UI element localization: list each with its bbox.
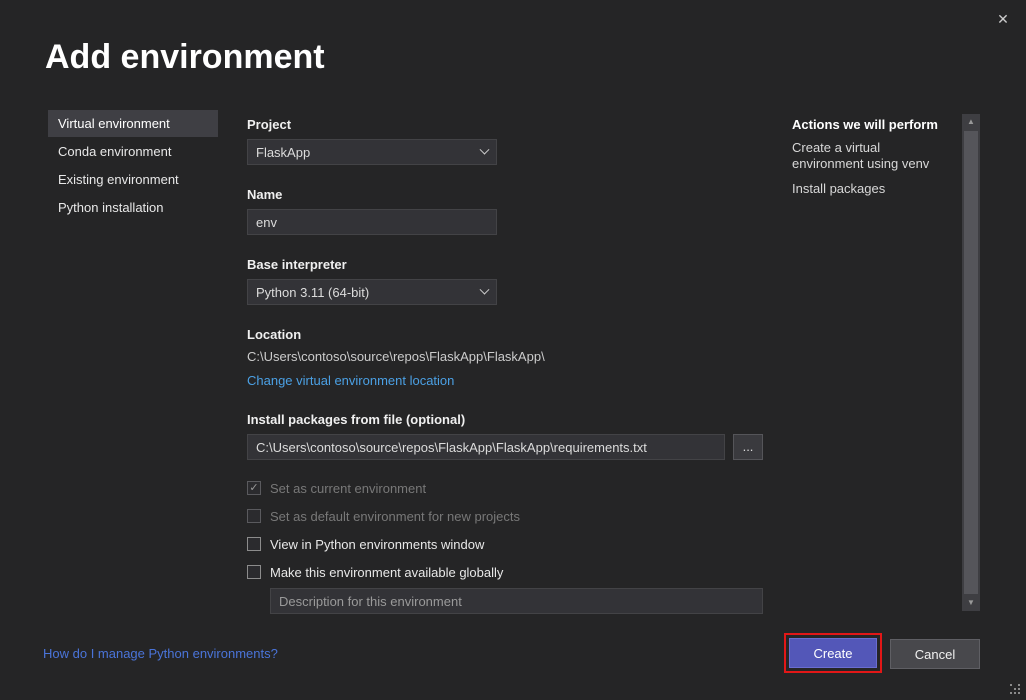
manage-environments-help-link[interactable]: How do I manage Python environments? [43, 646, 278, 661]
change-location-link[interactable]: Change virtual environment location [247, 373, 454, 388]
chevron-down-icon [480, 144, 490, 154]
sidebar-item-label: Conda environment [58, 144, 171, 159]
create-button[interactable]: Create [789, 638, 877, 668]
sidebar-item-label: Virtual environment [58, 116, 170, 131]
chevron-down-icon [480, 284, 490, 294]
base-interpreter-dropdown-value: Python 3.11 (64-bit) [256, 285, 369, 300]
sidebar-item-label: Python installation [58, 200, 164, 215]
checkbox-row-set-default[interactable]: Set as default environment for new proje… [247, 508, 767, 524]
sidebar-item-existing-environment[interactable]: Existing environment [48, 166, 218, 193]
name-label: Name [247, 187, 767, 202]
actions-panel-item: Install packages [792, 181, 948, 197]
cancel-button[interactable]: Cancel [890, 639, 980, 669]
checkbox-row-available-globally[interactable]: Make this environment available globally [247, 564, 767, 580]
scroll-down-icon[interactable]: ▼ [962, 595, 980, 611]
actions-summary-panel: Actions we will perform Create a virtual… [792, 110, 948, 197]
checkbox-label: View in Python environments window [270, 537, 484, 552]
environment-type-sidebar: Virtual environment Conda environment Ex… [48, 110, 218, 222]
vertical-scrollbar[interactable]: ▲ ▼ [962, 114, 980, 611]
actions-panel-title: Actions we will perform [792, 117, 948, 132]
checkbox-unchecked-icon [247, 565, 261, 579]
resize-grip[interactable] [1010, 684, 1022, 696]
close-icon[interactable]: ✕ [992, 8, 1014, 30]
create-button-highlight: Create [784, 633, 882, 673]
project-dropdown[interactable]: FlaskApp [247, 139, 497, 165]
checkbox-label: Make this environment available globally [270, 565, 503, 580]
location-value: C:\Users\contoso\source\repos\FlaskApp\F… [247, 349, 767, 364]
checkbox-row-set-current[interactable]: ✓ Set as current environment [247, 480, 767, 496]
scroll-up-icon[interactable]: ▲ [962, 114, 980, 130]
checkbox-checked-icon: ✓ [247, 481, 261, 495]
scrollbar-thumb[interactable] [964, 131, 978, 594]
page-title: Add environment [45, 38, 325, 77]
base-interpreter-dropdown[interactable]: Python 3.11 (64-bit) [247, 279, 497, 305]
checkbox-label: Set as current environment [270, 481, 426, 496]
project-dropdown-value: FlaskApp [256, 145, 310, 160]
location-label: Location [247, 327, 767, 342]
sidebar-item-python-installation[interactable]: Python installation [48, 194, 218, 221]
actions-panel-item: Create a virtual environment using venv [792, 140, 948, 173]
install-packages-label: Install packages from file (optional) [247, 412, 767, 427]
description-wrap [270, 588, 767, 614]
checkbox-row-view-environments[interactable]: View in Python environments window [247, 536, 767, 552]
sidebar-item-conda-environment[interactable]: Conda environment [48, 138, 218, 165]
description-input[interactable] [270, 588, 763, 614]
install-packages-row: ... [247, 434, 767, 460]
sidebar-item-virtual-environment[interactable]: Virtual environment [48, 110, 218, 137]
virtual-environment-form: Project FlaskApp Name Base interpreter P… [247, 110, 767, 614]
project-label: Project [247, 117, 767, 132]
name-input[interactable] [247, 209, 497, 235]
base-interpreter-label: Base interpreter [247, 257, 767, 272]
checkbox-label: Set as default environment for new proje… [270, 509, 520, 524]
browse-button[interactable]: ... [733, 434, 763, 460]
checkbox-unchecked-icon [247, 509, 261, 523]
sidebar-item-label: Existing environment [58, 172, 179, 187]
packages-file-input[interactable] [247, 434, 725, 460]
checkbox-unchecked-icon [247, 537, 261, 551]
